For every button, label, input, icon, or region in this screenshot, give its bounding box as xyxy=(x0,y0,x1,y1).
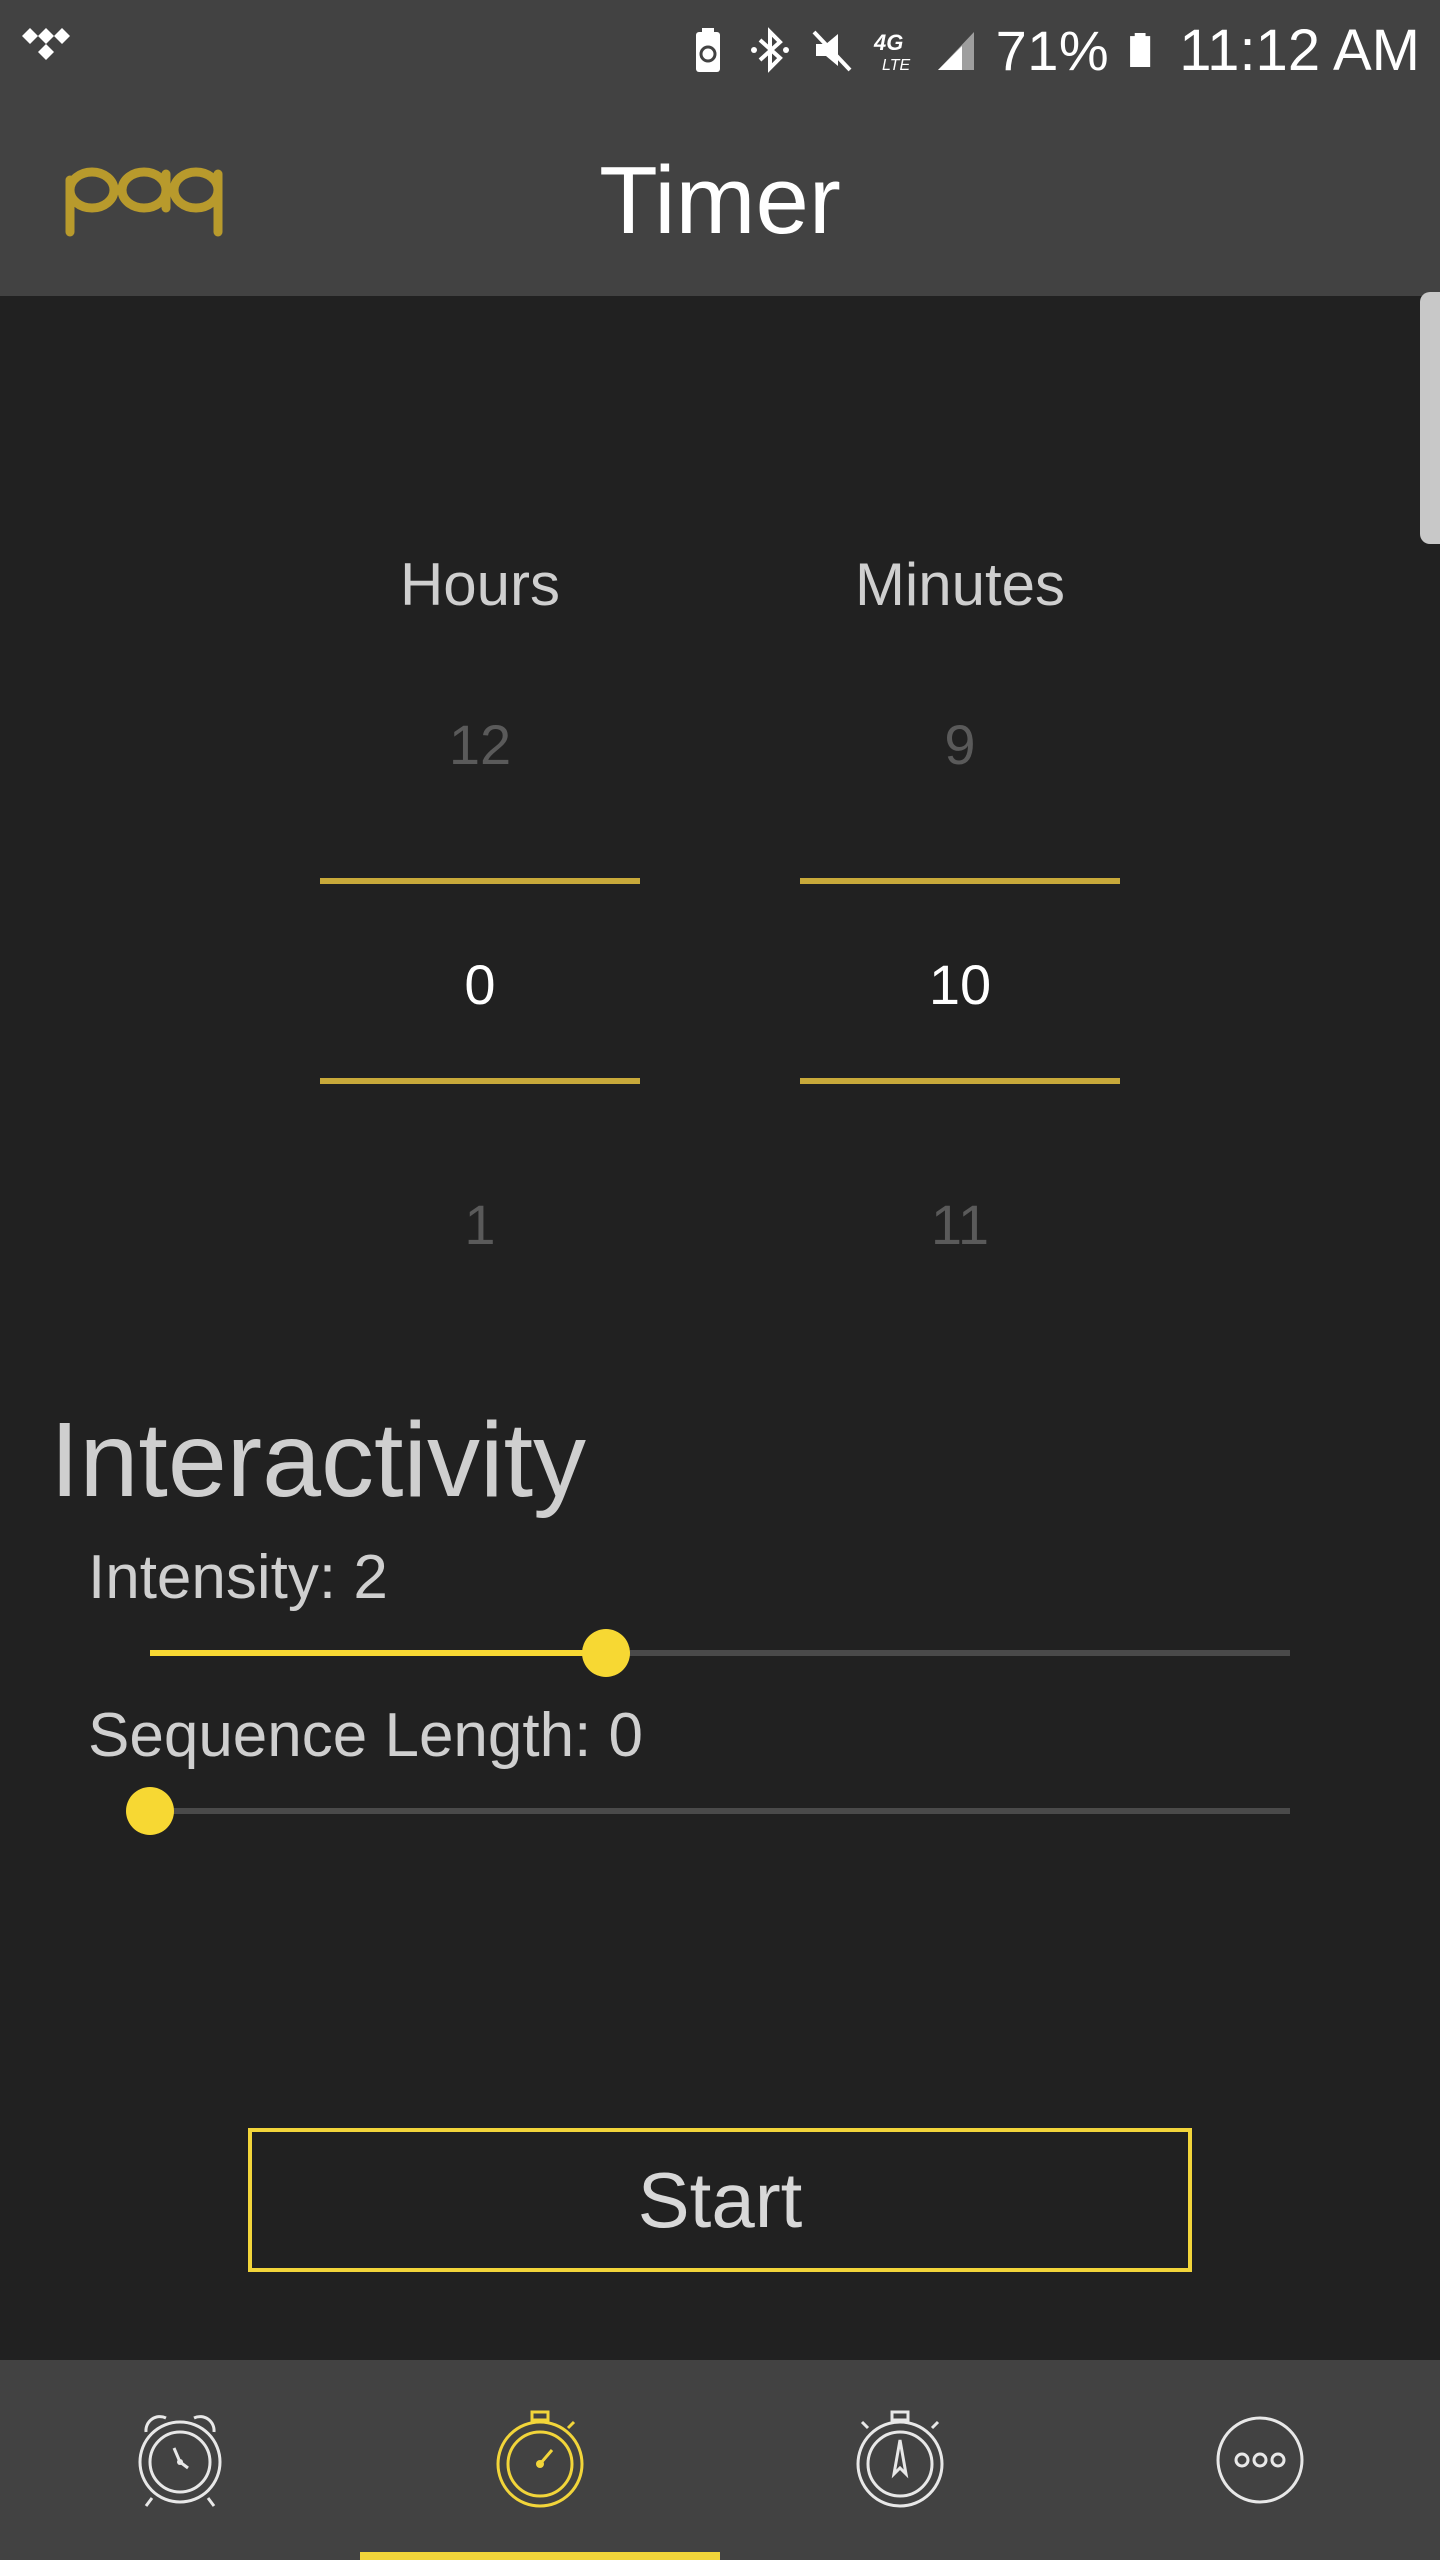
sequence-length-label: Sequence Length: 0 xyxy=(88,1701,644,1770)
battery-icon xyxy=(1130,33,1151,67)
hours-bottom-divider xyxy=(320,1078,640,1084)
intensity-slider-fill xyxy=(150,1650,606,1656)
app-root: 4G LTE 71% 11:12 AM Timer Hours 12 0 1 M… xyxy=(0,0,1440,2560)
hours-label: Hours xyxy=(399,551,561,618)
app-bar: Timer xyxy=(0,100,1440,296)
lte-icon: 4G LTE xyxy=(873,30,910,74)
minutes-next-value[interactable]: 11 xyxy=(800,1192,1120,1257)
alarm-clock-icon xyxy=(138,2415,222,2507)
minutes-bottom-divider xyxy=(800,1078,1120,1084)
svg-text:LTE: LTE xyxy=(882,57,910,74)
intensity-label: Intensity: 2 xyxy=(88,1543,388,1612)
nav-item-alarm[interactable] xyxy=(0,2360,360,2560)
scrollbar-handle[interactable] xyxy=(1420,292,1440,544)
interactivity-heading: Interactivity xyxy=(50,1401,587,1519)
bluetooth-icon xyxy=(750,27,789,73)
status-icons: 4G LTE 71% 11:12 AM xyxy=(686,17,1420,83)
signal-icon xyxy=(937,32,974,70)
bottom-navigation xyxy=(0,2360,1440,2560)
nav-item-timer[interactable] xyxy=(360,2360,720,2560)
minutes-label: Minutes xyxy=(854,551,1066,618)
page-title: Timer xyxy=(599,147,841,254)
nav-active-indicator xyxy=(360,2552,720,2560)
clock: 11:12 AM xyxy=(1179,17,1420,83)
stopwatch-compass-icon xyxy=(856,2410,944,2508)
battery-percent: 71% xyxy=(995,18,1110,82)
svg-text:4G: 4G xyxy=(873,30,903,55)
start-button[interactable]: Start xyxy=(248,2128,1192,2272)
battery-saver-icon xyxy=(695,28,720,72)
tidal-icon xyxy=(22,28,70,60)
nav-item-stopwatch[interactable] xyxy=(720,2360,1080,2560)
minutes-selected-value[interactable]: 10 xyxy=(800,952,1120,1017)
sequence-length-slider-thumb[interactable] xyxy=(126,1787,174,1835)
nav-item-more[interactable] xyxy=(1080,2360,1440,2560)
hours-top-divider xyxy=(320,878,640,884)
hours-prev-value[interactable]: 12 xyxy=(320,712,640,777)
intensity-slider-thumb[interactable] xyxy=(582,1629,630,1677)
stopwatch-timer-icon xyxy=(496,2410,584,2508)
minutes-prev-value[interactable]: 9 xyxy=(800,712,1120,777)
hours-next-value[interactable]: 1 xyxy=(320,1192,640,1257)
mute-icon xyxy=(812,30,852,72)
status-bar: 4G LTE 71% 11:12 AM xyxy=(0,0,1440,100)
hours-selected-value[interactable]: 0 xyxy=(320,952,640,1017)
more-icon xyxy=(1216,2416,1304,2504)
minutes-top-divider xyxy=(800,878,1120,884)
intensity-slider[interactable] xyxy=(150,1629,1290,1677)
sequence-length-slider[interactable] xyxy=(126,1787,1290,1835)
